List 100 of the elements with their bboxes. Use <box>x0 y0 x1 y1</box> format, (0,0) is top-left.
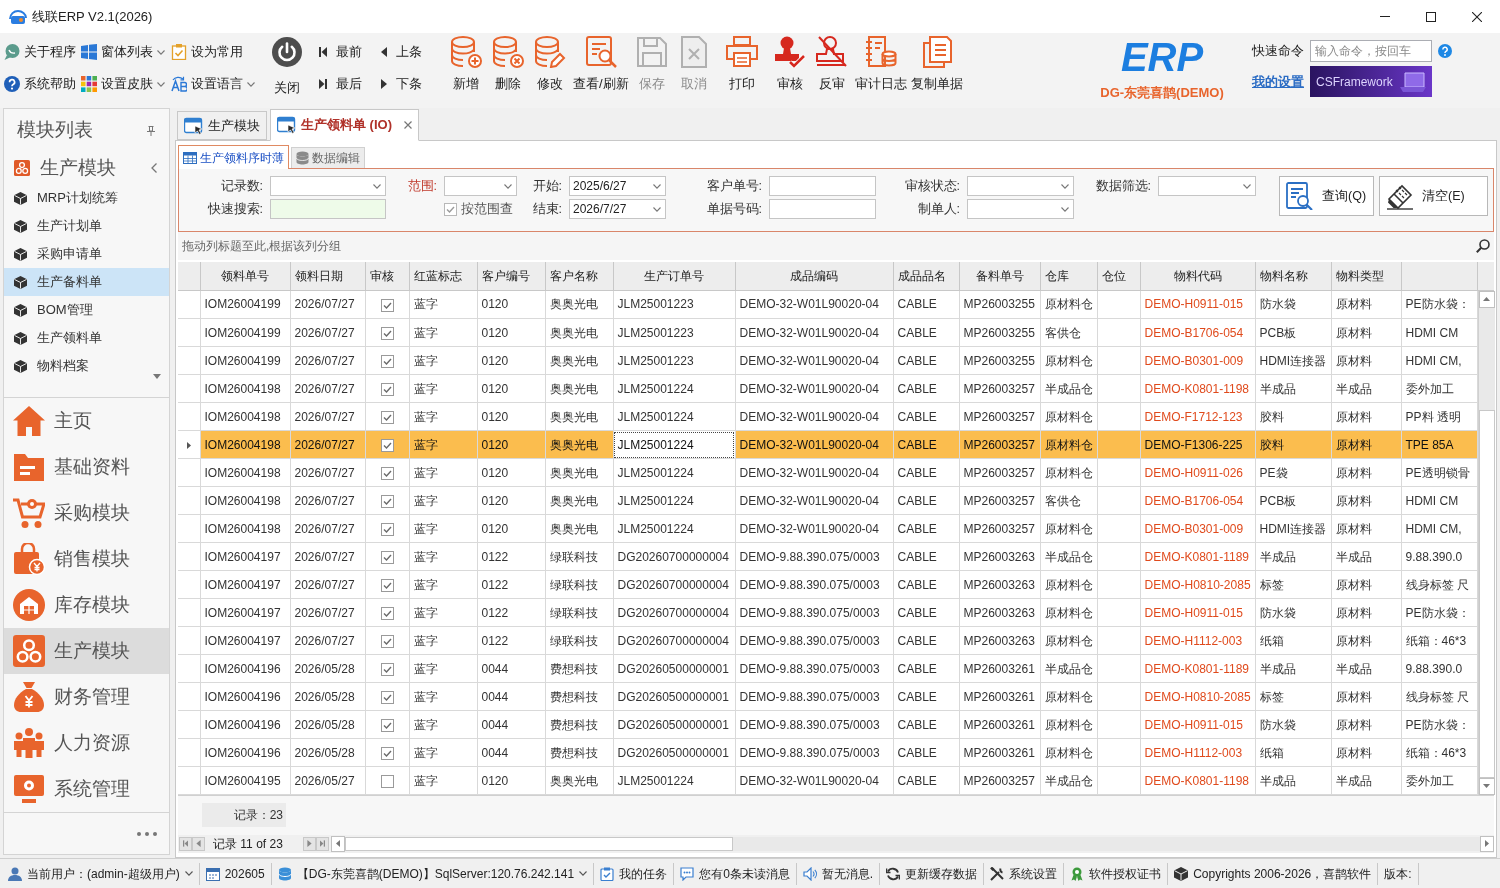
query-button[interactable]: 清空(E) <box>1379 176 1488 216</box>
query-button[interactable]: 查询(Q) <box>1279 176 1374 216</box>
sidebar-item[interactable]: BOM管理 <box>4 296 169 324</box>
toolbar-button[interactable]: 新增 <box>445 36 487 94</box>
view-tab[interactable]: 生产领料序时薄 <box>178 145 289 169</box>
column-header[interactable]: 领料单号 <box>200 262 290 290</box>
sidebar-item[interactable]: 生产领料单 <box>4 324 169 352</box>
sidebar-item[interactable]: MRP计划统筹 <box>4 184 169 212</box>
last-record-button[interactable] <box>316 836 329 851</box>
pin-icon[interactable] <box>147 125 155 136</box>
column-header[interactable]: 客户名称 <box>545 262 613 290</box>
command-field[interactable]: 输入命令，按回车 <box>1310 40 1432 62</box>
checkbox[interactable] <box>380 718 394 732</box>
close-module-button[interactable]: 关闭 <box>265 37 309 98</box>
toolbar-button[interactable]: 删除 <box>487 36 529 94</box>
checkbox[interactable] <box>380 746 394 760</box>
text-field[interactable] <box>769 199 876 219</box>
scroll-down-button[interactable] <box>1478 777 1495 795</box>
checkbox[interactable] <box>380 410 394 424</box>
next-record-button[interactable] <box>303 836 316 851</box>
status-item[interactable]: 您有0条未读消息 <box>674 862 797 885</box>
column-header[interactable]: 生产订单号 <box>613 262 735 290</box>
checkbox[interactable] <box>380 774 394 788</box>
status-item[interactable]: Copyrights 2006-2026，喜鹊软件 <box>1168 862 1379 885</box>
toolbar-button[interactable]: 设置皮肤 <box>81 74 165 94</box>
previous-record-button[interactable] <box>192 836 205 851</box>
table-row[interactable]: IOM26004199 2026/07/27 蓝字 0120 奥奥光电 JLM25001223 DEMO-32-W01L90020-04 CABLE MP26003255 原材料仓 DEMO-B0301-009 HDMI连接器 原材料 HDMI CM, <box>178 346 1477 375</box>
table-row[interactable]: IOM26004198 2026/07/27 蓝字 0120 奥奥光电 JLM25001224 DEMO-32-W01L90020-04 CABLE MP26003257 半成品仓 DEMO-K0801-1198 半成品 半成品 委外加工 <box>178 374 1477 403</box>
table-row[interactable]: IOM26004196 2026/05/28 蓝字 0044 费想科技 DG20260500000001 DEMO-9.88.390.075/0003 CABLE MP26003261 原材料仓 DEMO-H0911-015 防水袋 原材料 PE防水袋： <box>178 710 1477 739</box>
search-field[interactable] <box>270 199 386 219</box>
dropdown-field[interactable] <box>444 176 517 196</box>
scrollbar-thumb[interactable] <box>345 836 733 851</box>
table-row[interactable]: IOM26004198 2026/07/27 蓝字 0120 奥奥光电 JLM25001224 DEMO-32-W01L90020-04 CABLE MP26003257 原材料仓 DEMO-B0301-009 HDMI连接器 原材料 HDMI CM, <box>178 514 1477 543</box>
module-item[interactable]: 生产模块 <box>4 628 169 674</box>
table-row[interactable]: IOM26004195 2026/05/27 蓝字 0120 奥奥光电 JLM25001224 DEMO-32-W01L90020-04 CABLE MP26003257 半成品仓 DEMO-K0801-1198 半成品 半成品 委外加工 <box>178 766 1477 795</box>
column-header[interactable]: 物料代码 <box>1140 262 1255 290</box>
nav-button[interactable]: 最前 <box>319 42 362 62</box>
toolbar-button[interactable]: 反审 <box>810 36 853 94</box>
status-item[interactable]: 【DG-东莞喜鹊(DEMO)】SqlServer:120.76.242.141 <box>271 862 595 885</box>
status-item[interactable]: 软件授权证书 <box>1064 862 1169 885</box>
toolbar-button[interactable]: 设置语言 <box>171 74 255 94</box>
view-tab[interactable]: 数据编辑 <box>291 147 365 168</box>
column-header[interactable]: 客户编号 <box>477 262 545 290</box>
column-header[interactable]: 红蓝标志 <box>409 262 477 290</box>
status-item[interactable]: 更新缓存数据 <box>880 862 985 885</box>
status-item[interactable]: 我的任务 <box>594 862 675 885</box>
module-item[interactable]: 财务管理 <box>4 674 169 720</box>
column-header[interactable]: 审核 <box>365 262 409 290</box>
toolbar-button[interactable]: 设为常用 <box>171 42 243 62</box>
promo-banner[interactable]: CSFramework <box>1310 66 1432 97</box>
more-icon[interactable] <box>137 831 157 836</box>
help-icon[interactable] <box>1438 44 1452 58</box>
checkbox[interactable] <box>380 354 394 368</box>
toolbar-button[interactable]: 打印 <box>720 36 763 94</box>
sidebar-item[interactable]: 采购申请单 <box>4 240 169 268</box>
module-item[interactable]: 销售模块 <box>4 536 169 582</box>
document-tab[interactable]: 生产模块 <box>177 111 267 140</box>
table-row[interactable]: IOM26004198 2026/07/27 蓝字 0120 奥奥光电 JLM25001224 DEMO-32-W01L90020-04 CABLE MP26003257 客供仓 DEMO-B1706-054 PCB板 原材料 HDMI CM <box>178 486 1477 515</box>
table-row[interactable]: IOM26004199 2026/07/27 蓝字 0120 奥奥光电 JLM25001223 DEMO-32-W01L90020-04 CABLE MP26003255 客供仓 DEMO-B1706-054 PCB板 原材料 HDMI CM <box>178 318 1477 347</box>
dropdown-field[interactable]: 2025/6/27 <box>569 176 666 196</box>
table-row[interactable]: IOM26004196 2026/05/28 蓝字 0044 费想科技 DG20260500000001 DEMO-9.88.390.075/0003 CABLE MP26003261 原材料仓 DEMO-H0810-2085 标签 原材料 线身标签 尺 <box>178 682 1477 711</box>
document-tab[interactable]: 生产领料单 (IO) <box>270 109 419 141</box>
module-item[interactable]: 人力资源 <box>4 720 169 766</box>
status-item[interactable]: 系统设置 <box>984 862 1065 885</box>
status-item[interactable]: 当前用户：(admin-超级用户) <box>2 862 200 885</box>
sidebar-item[interactable]: 生产计划单 <box>4 212 169 240</box>
nav-button[interactable]: 下条 <box>381 74 422 94</box>
module-item[interactable]: 采购模块 <box>4 490 169 536</box>
module-item[interactable]: 系统管理 <box>4 766 169 812</box>
table-row[interactable]: IOM26004197 2026/07/27 蓝字 0122 绿联科技 DG20260700000004 DEMO-9.88.390.075/0003 CABLE MP26003263 原材料仓 DEMO-H1112-003 纸箱 原材料 纸箱：46*3 <box>178 626 1477 655</box>
nav-button[interactable]: 最后 <box>319 74 362 94</box>
toolbar-button[interactable]: 窗体列表 <box>81 42 165 62</box>
checkbox[interactable] <box>380 522 394 536</box>
column-header[interactable]: 领料日期 <box>290 262 365 290</box>
dropdown-field[interactable] <box>967 199 1074 219</box>
dropdown-field[interactable] <box>270 176 386 196</box>
first-record-button[interactable] <box>179 836 192 851</box>
column-header[interactable]: 成品编码 <box>735 262 893 290</box>
table-row[interactable]: IOM26004198 2026/07/27 蓝字 0120 奥奥光电 JLM25001224 DEMO-32-W01L90020-04 CABLE MP26003257 原材料仓 DEMO-H0911-026 PE袋 原材料 PE透明锁骨 <box>178 458 1477 487</box>
toolbar-button[interactable]: 系统帮助 <box>4 74 76 94</box>
scrollbar-thumb[interactable] <box>1478 409 1495 778</box>
toolbar-button[interactable]: 关于程序 <box>4 42 76 62</box>
status-item[interactable]: 版本: <box>1378 862 1419 885</box>
checkbox[interactable] <box>380 438 394 452</box>
table-row[interactable]: IOM26004196 2026/05/28 蓝字 0044 费想科技 DG20260500000001 DEMO-9.88.390.075/0003 CABLE MP26003261 原材料仓 DEMO-H1112-003 纸箱 原材料 纸箱：46*3 <box>178 738 1477 767</box>
checkbox[interactable] <box>380 466 394 480</box>
dropdown-field[interactable]: 2026/7/27 <box>569 199 666 219</box>
checkbox[interactable] <box>380 634 394 648</box>
module-item[interactable]: 基础资料 <box>4 444 169 490</box>
checkbox[interactable] <box>380 690 394 704</box>
table-row[interactable]: IOM26004197 2026/07/27 蓝字 0122 绿联科技 DG20260700000004 DEMO-9.88.390.075/0003 CABLE MP26003263 半成品仓 DEMO-K0801-1189 半成品 半成品 9.88.390.0 <box>178 542 1477 571</box>
checkbox[interactable] <box>380 550 394 564</box>
dropdown-field[interactable] <box>1158 176 1256 196</box>
toolbar-button[interactable]: 审核 <box>768 36 811 94</box>
table-row[interactable]: IOM26004198 2026/07/27 蓝字 0120 奥奥光电 JLM25001224 DEMO-32-W01L90020-04 CABLE MP26003257 原材料仓 DEMO-F1712-123 胶料 原材料 PP料 透明 <box>178 402 1477 431</box>
toolbar-button[interactable]: 修改 <box>529 36 571 94</box>
dropdown-field[interactable] <box>967 176 1074 196</box>
checkbox[interactable] <box>380 298 394 312</box>
module-item[interactable]: 主页 <box>4 398 169 444</box>
table-row[interactable]: IOM26004199 2026/07/27 蓝字 0120 奥奥光电 JLM25001223 DEMO-32-W01L90020-04 CABLE MP26003255 原材料仓 DEMO-H0911-015 防水袋 原材料 PE防水袋： <box>178 290 1477 319</box>
